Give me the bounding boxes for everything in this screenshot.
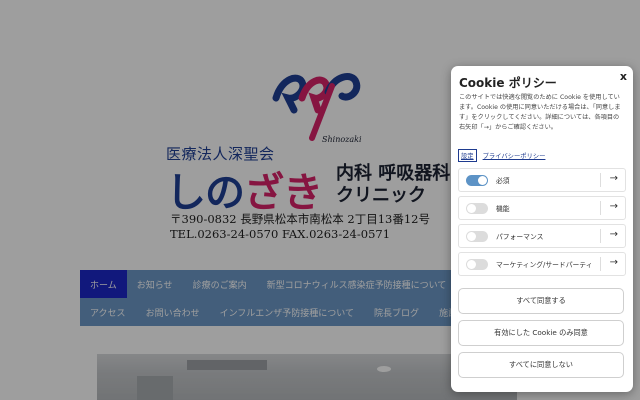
cookie-policy-dialog: Cookie ポリシー x このサイトでは快適な閲覧のために Cookie を使… [451,66,633,392]
toggle-knob [467,204,476,213]
arrow-right-icon[interactable]: → [610,201,618,212]
accept-all-button[interactable]: すべて同意する [458,288,624,314]
cookie-category-performance[interactable]: パフォーマンス → [458,224,626,248]
category-label: マーケティング/サードパーティ [496,261,593,269]
category-label: 必須 [496,177,510,185]
cookie-title: Cookie ポリシー [459,76,557,90]
cookie-category-required[interactable]: 必須 → [458,168,626,192]
divider [600,201,601,215]
cookie-links: 設定 プライバシーポリシー [458,149,545,162]
close-icon[interactable]: x [620,70,627,83]
cookie-category-marketing[interactable]: マーケティング/サードパーティ → [458,252,626,276]
toggle-knob [467,232,476,241]
marketing-toggle[interactable] [466,259,488,270]
settings-link[interactable]: 設定 [458,149,477,162]
divider [600,229,601,243]
arrow-right-icon[interactable]: → [610,173,618,184]
arrow-right-icon[interactable]: → [610,229,618,240]
divider [600,173,601,187]
cookie-description: このサイトでは快適な閲覧のために Cookie を使用しています。Cookie … [459,94,621,131]
reject-all-button[interactable]: すべてに同意しない [458,352,624,378]
category-label: パフォーマンス [496,233,544,241]
accept-enabled-button[interactable]: 有効にした Cookie のみ同意 [458,320,624,346]
arrow-right-icon[interactable]: → [610,257,618,268]
cookie-category-functional[interactable]: 機能 → [458,196,626,220]
category-label: 機能 [496,205,510,213]
privacy-policy-link[interactable]: プライバシーポリシー [483,151,546,160]
required-toggle[interactable] [466,175,488,186]
toggle-knob [467,260,476,269]
toggle-knob [478,176,487,185]
divider [600,257,601,271]
functional-toggle[interactable] [466,203,488,214]
performance-toggle[interactable] [466,231,488,242]
